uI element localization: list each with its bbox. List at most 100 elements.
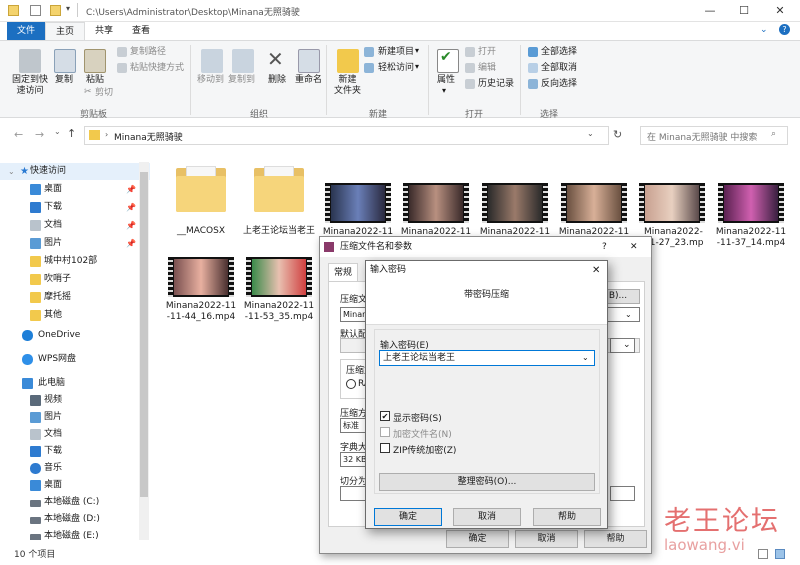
archive-ok-button[interactable]: 确定 (446, 530, 509, 548)
nav-item-folder-2[interactable]: 吹哨子 (0, 271, 150, 288)
open-button[interactable]: 打开 (478, 47, 496, 58)
copy-to-button[interactable]: 复制到 (228, 75, 255, 86)
nav-quick-access[interactable]: ⌄ ★ 快速访问 (0, 163, 150, 180)
forward-icon[interactable]: → (35, 128, 44, 141)
paste-shortcut-button[interactable]: 粘贴快捷方式 (130, 63, 184, 74)
archive-help-button[interactable]: 帮助 (584, 530, 647, 548)
close-icon[interactable]: ✕ (630, 237, 638, 257)
delete-button[interactable]: 删除 (268, 75, 286, 86)
chevron-down-icon[interactable]: ⌄ (8, 163, 15, 180)
nav-label: 吹哨子 (44, 274, 72, 284)
nav-item-folder-1[interactable]: 城中村102部 (0, 253, 150, 270)
nav-pc-desktop[interactable]: 桌面 (0, 477, 150, 494)
back-icon[interactable]: ← (14, 128, 23, 141)
video-thumbnail (403, 183, 469, 223)
ribbon-expand-icon[interactable]: ⌄ (760, 25, 768, 35)
zip-legacy-checkbox[interactable] (380, 443, 390, 453)
cut-button[interactable]: 剪切 (95, 88, 113, 99)
new-folder-button[interactable]: 新建 文件夹 (334, 75, 361, 97)
tab-home[interactable]: 主页 (45, 22, 85, 40)
nav-pc-videos[interactable]: 视频 (0, 392, 150, 409)
chevron-down-icon[interactable]: ⌄ (582, 351, 589, 365)
edit-button[interactable]: 编辑 (478, 63, 496, 74)
select-all-button[interactable]: 全部选择 (541, 47, 577, 58)
divider (326, 45, 327, 115)
documents-icon (30, 220, 41, 231)
minimize-button[interactable]: — (694, 0, 726, 22)
nav-item-downloads[interactable]: 下载 📌 (0, 199, 150, 216)
address-bar[interactable]: › Minana无照骑驶 ⌄ (84, 126, 609, 145)
history-button[interactable]: 历史记录 (478, 79, 514, 90)
file-item[interactable]: Minana2022-11 (400, 183, 472, 238)
details-view-icon[interactable] (758, 549, 768, 559)
password-help-button[interactable]: 帮助 (533, 508, 601, 526)
help-icon[interactable]: ? (602, 237, 607, 257)
encrypt-names-checkbox[interactable] (380, 427, 390, 437)
nav-item-desktop[interactable]: 桌面 📌 (0, 181, 150, 198)
password-input[interactable]: 上老王论坛当老王 ⌄ (379, 350, 595, 366)
archive-side-input[interactable] (610, 486, 635, 501)
open-icon (465, 47, 475, 57)
file-item[interactable]: __MACOSX (165, 162, 237, 237)
file-item[interactable]: Minana2022-11-11-44_16.mp4 (165, 257, 237, 323)
nav-pc-downloads[interactable]: 下载 (0, 443, 150, 460)
organize-passwords-button[interactable]: 整理密码(O)... (379, 473, 595, 491)
nav-item-documents[interactable]: 文档 📌 (0, 217, 150, 234)
tab-view[interactable]: 查看 (124, 22, 158, 40)
show-password-checkbox[interactable]: ✔ (380, 411, 390, 421)
invert-selection-button[interactable]: 反向选择 (541, 79, 577, 90)
nav-onedrive[interactable]: OneDrive (0, 327, 150, 344)
copy-button[interactable]: 复制 (55, 75, 73, 86)
tab-share[interactable]: 共享 (88, 22, 120, 40)
select-none-button[interactable]: 全部取消 (541, 63, 577, 74)
radio-rar[interactable] (346, 379, 356, 389)
easy-access-button[interactable]: 轻松访问 (378, 63, 414, 74)
refresh-icon[interactable]: ↻ (613, 128, 622, 141)
select-all-icon (528, 47, 538, 57)
nav-drive-c[interactable]: 本地磁盘 (C:) (0, 494, 150, 511)
close-button[interactable]: ✕ (764, 0, 796, 22)
nav-wps[interactable]: WPS网盘 (0, 351, 150, 368)
recent-chevron-icon[interactable]: ⌄ (54, 127, 61, 136)
archive-side-select[interactable]: ⌄ (610, 338, 635, 353)
file-item[interactable]: Minana2022-11-11-37_14.mp4 (715, 183, 787, 249)
chevron-down-icon[interactable]: ⌄ (587, 129, 594, 138)
tab-file[interactable]: 文件 (7, 22, 45, 40)
help-icon[interactable]: ? (779, 24, 790, 35)
paste-button[interactable]: 粘贴 (86, 75, 104, 86)
move-to-button[interactable]: 移动到 (197, 75, 224, 86)
nav-this-pc[interactable]: 此电脑 (0, 375, 150, 392)
new-item-button[interactable]: 新建项目 (378, 47, 414, 58)
rename-button[interactable]: 重命名 (295, 75, 322, 86)
copy-path-button[interactable]: 复制路径 (130, 47, 166, 58)
file-item[interactable]: Minana2022-11-11-53_35.mp4 (243, 257, 315, 323)
nav-item-pictures[interactable]: 图片 📌 (0, 235, 150, 252)
archive-cancel-button[interactable]: 取消 (515, 530, 578, 548)
up-icon[interactable]: ↑ (67, 127, 76, 140)
qat-dropdown-icon[interactable]: ▾ (66, 4, 70, 13)
nav-drive-e[interactable]: 本地磁盘 (E:) (0, 528, 150, 540)
nav-scrollbar-thumb[interactable] (140, 172, 148, 497)
file-item[interactable]: Minana2022-11 (558, 183, 630, 238)
new-folder-icon[interactable] (50, 5, 61, 16)
file-item[interactable]: Minana2022-11 (322, 183, 394, 238)
nav-pc-pictures[interactable]: 图片 (0, 409, 150, 426)
password-ok-button[interactable]: 确定 (374, 508, 442, 526)
file-item[interactable]: 上老王论坛当老王 (243, 162, 315, 237)
file-item[interactable]: Minana2022-11 (479, 183, 551, 238)
large-icons-view-icon[interactable] (775, 549, 785, 559)
nav-pc-documents[interactable]: 文档 (0, 426, 150, 443)
password-cancel-button[interactable]: 取消 (453, 508, 521, 526)
nav-item-folder-3[interactable]: 摩托摇 (0, 289, 150, 306)
maximize-button[interactable]: ☐ (728, 0, 760, 22)
breadcrumb[interactable]: Minana无照骑驶 (114, 130, 183, 143)
nav-item-folder-4[interactable]: 其他 (0, 307, 150, 324)
pin-quick-access-button[interactable]: 固定到快 速访问 (8, 75, 52, 97)
tab-general[interactable]: 常规 (328, 263, 358, 281)
properties-icon[interactable] (30, 5, 41, 16)
close-icon[interactable]: ✕ (592, 261, 600, 280)
search-input[interactable]: 在 Minana无照骑驶 中搜索 ⌕ (640, 126, 788, 145)
properties-button[interactable]: 属性 (437, 75, 455, 86)
nav-drive-d[interactable]: 本地磁盘 (D:) (0, 511, 150, 528)
nav-pc-music[interactable]: 音乐 (0, 460, 150, 477)
